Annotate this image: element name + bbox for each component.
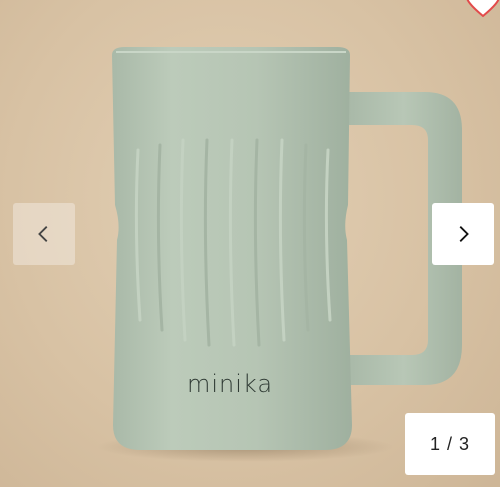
gallery-bottom-edge xyxy=(0,487,500,500)
next-image-button[interactable] xyxy=(432,203,494,265)
previous-image-button[interactable] xyxy=(13,203,75,265)
chevron-left-icon xyxy=(38,226,48,242)
chevron-right-icon xyxy=(459,226,469,242)
image-counter: 1 / 3 xyxy=(405,413,495,475)
product-image-gallery: minika 1 / 3 xyxy=(0,0,500,500)
heart-icon[interactable] xyxy=(463,0,500,20)
mug-brand-text: minika xyxy=(186,370,274,398)
